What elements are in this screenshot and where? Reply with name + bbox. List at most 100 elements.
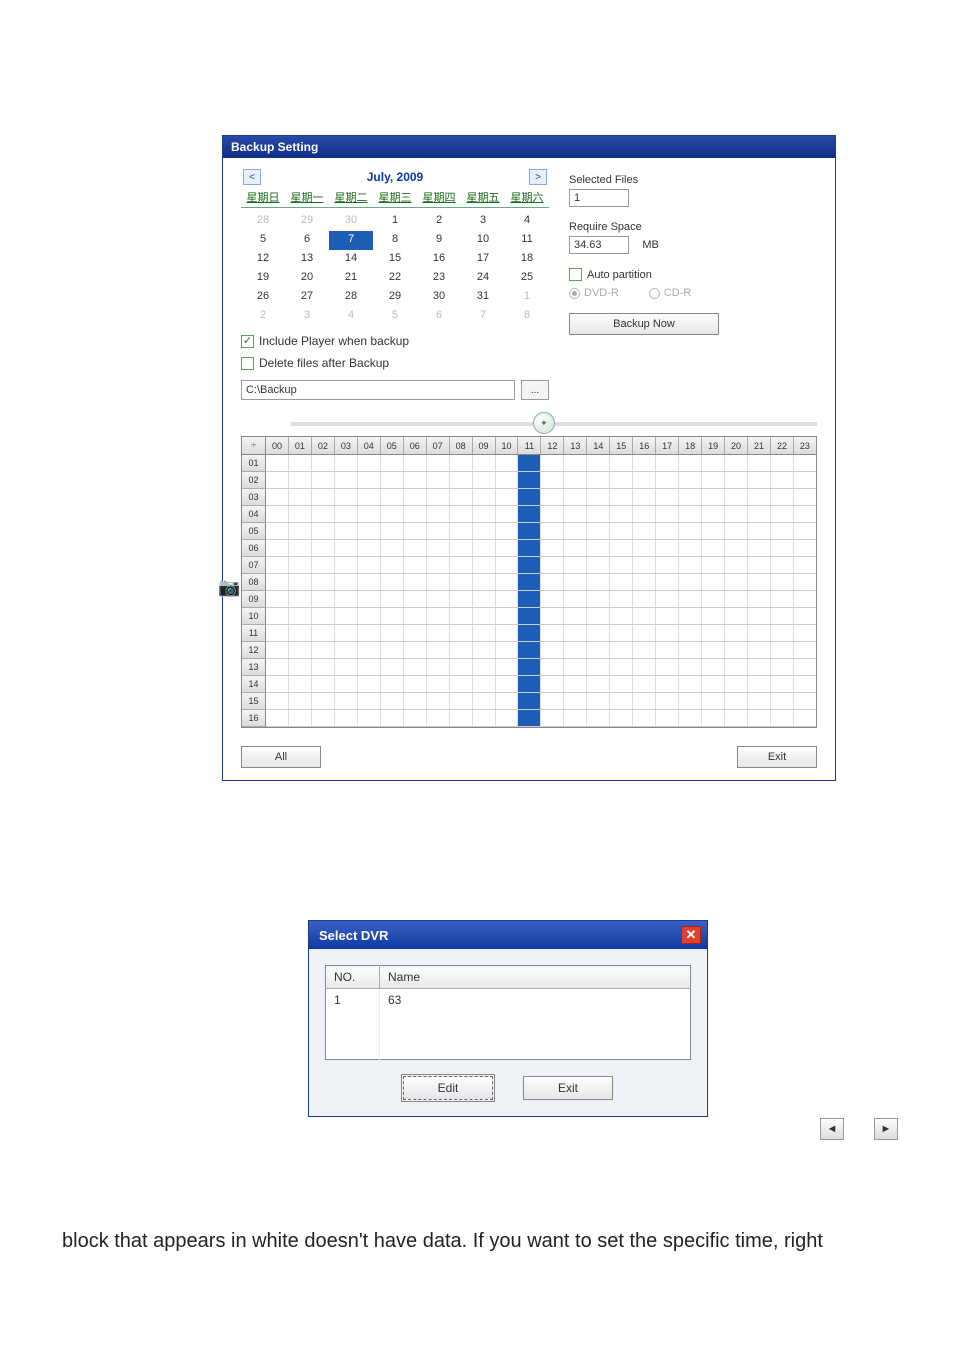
timeline-cell[interactable] [450,693,473,709]
timeline-cell[interactable] [358,506,381,522]
timeline-cell[interactable] [725,557,748,573]
calendar-day[interactable]: 14 [329,250,373,269]
timeline-cell[interactable] [335,472,358,488]
timeline-cell[interactable] [725,523,748,539]
timeline-cell[interactable] [564,625,587,641]
timeline-cell[interactable] [771,625,794,641]
timeline-cell[interactable] [289,591,312,607]
timeline-cell[interactable] [473,557,496,573]
timeline-cell[interactable] [541,574,564,590]
timeline-cell[interactable] [587,591,610,607]
browse-button[interactable]: ... [521,380,549,400]
timeline-cell[interactable] [794,540,816,556]
timeline-cell[interactable] [312,557,335,573]
timeline-cell[interactable] [312,625,335,641]
timeline-cell[interactable] [496,693,519,709]
timeline-cell[interactable] [496,710,519,726]
timeline-cell[interactable] [679,608,702,624]
timeline-cell[interactable] [312,710,335,726]
timeline-cell[interactable] [748,693,771,709]
timeline-cell[interactable] [748,455,771,471]
calendar-day[interactable]: 8 [505,307,549,326]
timeline-cell[interactable] [335,489,358,505]
timeline-cell[interactable] [312,523,335,539]
timeline-cell[interactable] [610,608,633,624]
timeline-cell[interactable] [610,659,633,675]
timeline-cell[interactable] [335,693,358,709]
calendar-day[interactable]: 11 [505,231,549,250]
timeline-cell[interactable] [266,625,289,641]
close-icon[interactable]: ✕ [681,926,701,944]
timeline-cell[interactable] [450,591,473,607]
timeline-cell[interactable] [564,693,587,709]
timeline-cell[interactable] [656,557,679,573]
calendar-day[interactable]: 6 [417,307,461,326]
timeline-cell[interactable] [358,659,381,675]
timeline-cell[interactable] [266,506,289,522]
timeline-cell[interactable] [771,710,794,726]
timeline-cell[interactable] [289,540,312,556]
calendar-day[interactable]: 15 [373,250,417,269]
timeline-cell[interactable] [381,489,404,505]
timeline-cell[interactable] [358,676,381,692]
timeline-cell[interactable] [633,523,656,539]
timeline-cell[interactable] [633,574,656,590]
backup-path-input[interactable]: C:\Backup [241,380,515,400]
timeline-cell[interactable] [794,676,816,692]
timeline-cell[interactable] [518,540,541,556]
timeline-cell[interactable] [404,540,427,556]
calendar-day[interactable]: 23 [417,269,461,288]
timeline-cell[interactable] [679,659,702,675]
timeline-cell[interactable] [335,540,358,556]
backup-now-button[interactable]: Backup Now [569,313,719,335]
timeline-cell[interactable] [679,472,702,488]
timeline-cell[interactable] [748,659,771,675]
timeline-cell[interactable] [404,591,427,607]
timeline-cell[interactable] [381,557,404,573]
timeline-cell[interactable] [427,659,450,675]
timeline-cell[interactable] [496,506,519,522]
calendar-day[interactable]: 30 [417,288,461,307]
timeline-cell[interactable] [702,574,725,590]
calendar-day[interactable]: 22 [373,269,417,288]
timeline-cell[interactable] [427,608,450,624]
timeline-cell[interactable] [748,506,771,522]
timeline-cell[interactable] [518,557,541,573]
timeline-cell[interactable] [266,455,289,471]
timeline-cell[interactable] [289,455,312,471]
timeline-cell[interactable] [725,591,748,607]
timeline-cell[interactable] [289,676,312,692]
timeline-cell[interactable] [518,489,541,505]
timeline-cell[interactable] [335,557,358,573]
timeline-cell[interactable] [771,506,794,522]
timeline-cell[interactable] [427,591,450,607]
calendar-day[interactable]: 17 [461,250,505,269]
timeline-cell[interactable] [404,710,427,726]
timeline-corner[interactable]: ÷ [242,437,266,454]
timeline-cell[interactable] [289,574,312,590]
timeline-cell[interactable] [312,642,335,658]
timeline-cell[interactable] [427,710,450,726]
timeline-cell[interactable] [335,676,358,692]
timeline-cell[interactable] [587,693,610,709]
timeline-cell[interactable] [473,523,496,539]
timeline-cell[interactable] [473,642,496,658]
timeline-cell[interactable] [656,489,679,505]
timeline-cell[interactable] [771,540,794,556]
page-next-button[interactable]: ► [874,1118,898,1140]
timeline-cell[interactable] [725,693,748,709]
timeline-cell[interactable] [404,472,427,488]
timeline-cell[interactable] [335,642,358,658]
timeline-cell[interactable] [633,591,656,607]
dvr-exit-button[interactable]: Exit [523,1076,613,1100]
timeline-cell[interactable] [748,489,771,505]
timeline-cell[interactable] [358,523,381,539]
timeline-cell[interactable] [518,523,541,539]
timeline-cell[interactable] [381,574,404,590]
timeline-cell[interactable] [541,642,564,658]
timeline-cell[interactable] [587,710,610,726]
timeline-cell[interactable] [496,676,519,692]
timeline-cell[interactable] [564,455,587,471]
timeline-cell[interactable] [771,523,794,539]
calendar-day[interactable]: 6 [285,231,329,250]
